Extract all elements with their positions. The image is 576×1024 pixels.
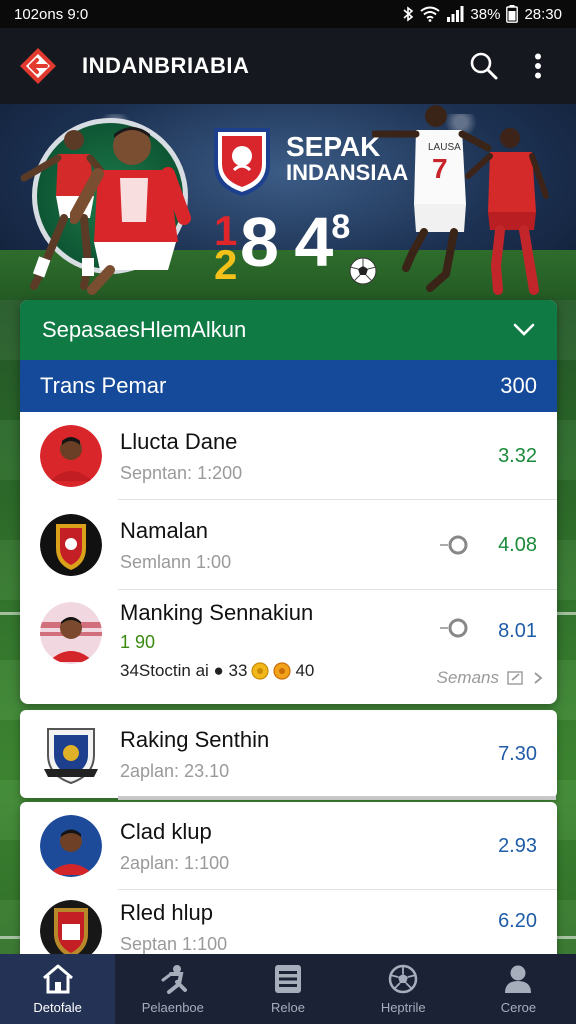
ranking-card[interactable]: Raking Senthin 2aplan: 23.10 7.30 bbox=[20, 710, 557, 798]
bottom-navigation: Detofale Pelaenboe Reloe Heptrile Ceroe bbox=[0, 954, 576, 1024]
hero-score: 8 48 bbox=[240, 202, 350, 282]
nav-item-match[interactable]: Heptrile bbox=[346, 954, 461, 1024]
nav-label: Pelaenboe bbox=[141, 999, 204, 1015]
nav-label: Heptrile bbox=[380, 999, 426, 1015]
row-name: Raking Senthin bbox=[120, 726, 270, 752]
row-sub: Septan 1:100 bbox=[120, 934, 228, 954]
hero-score-sup: 8 bbox=[331, 208, 350, 246]
club-crest-avatar bbox=[40, 514, 102, 576]
avatar bbox=[40, 815, 102, 877]
row-stats: 34Stoctin ai ● 33 40 bbox=[120, 661, 438, 681]
row-name: Llucta Dane bbox=[120, 428, 238, 454]
row-name: Rled hlup bbox=[120, 900, 213, 925]
row-sub: 2aplan: 23.10 bbox=[120, 760, 230, 781]
player-icon bbox=[161, 964, 187, 994]
panel-subheader[interactable]: Trans Pemar 300 bbox=[20, 360, 557, 412]
status-time-left: 102ons 9:0 bbox=[14, 5, 89, 23]
player-figure-center-left bbox=[70, 127, 191, 295]
battery-percent: 38% bbox=[470, 5, 501, 23]
list-icon bbox=[275, 964, 301, 993]
status-icons: 38% 28:30 bbox=[402, 5, 562, 23]
ranking-card[interactable]: Clad klup 2aplan: 1:100 2.93 Rled hlup S… bbox=[20, 802, 557, 962]
row-value: 7.30 bbox=[498, 742, 537, 765]
nav-item-profile[interactable]: Ceroe bbox=[461, 954, 576, 1024]
row-stats-text: 34Stoctin ai ● 33 bbox=[120, 661, 248, 680]
jersey-number: 7 bbox=[432, 153, 448, 184]
panel-header[interactable]: SepasaesHlemAlkun bbox=[20, 300, 557, 360]
row-name: Clad klup bbox=[120, 818, 212, 844]
ranking-panel: SepasaesHlemAlkun Trans Pemar 300 Llucta… bbox=[20, 300, 557, 704]
app-bar: INDANBRIABIA bbox=[0, 28, 576, 104]
nav-label: Ceroe bbox=[500, 999, 537, 1015]
player-figure-far-right bbox=[465, 128, 549, 295]
toggle-icon bbox=[440, 535, 468, 555]
row-value: 2.93 bbox=[498, 834, 537, 857]
signal-icon bbox=[447, 6, 464, 22]
jersey-name: LAUSA bbox=[428, 142, 461, 153]
hero-score-value: 8 4 bbox=[240, 203, 333, 281]
status-bar: 102ons 9:0 38% 28:30 bbox=[0, 0, 576, 28]
more-vertical-icon bbox=[535, 53, 541, 79]
row-value: 4.08 bbox=[498, 533, 537, 556]
coin-icon bbox=[251, 662, 270, 680]
avatar bbox=[40, 425, 102, 487]
football-icon bbox=[349, 257, 377, 285]
subheader-label: Trans Pemar bbox=[40, 373, 167, 398]
panel-header-title: SepasaesHlemAlkun bbox=[42, 317, 247, 342]
row-name: Manking Sennakiun bbox=[120, 600, 314, 625]
club-crest-avatar bbox=[40, 900, 102, 962]
status-time-right: 28:30 bbox=[524, 5, 562, 23]
row-sub: Sepntan: 1:200 bbox=[120, 462, 243, 483]
home-icon bbox=[42, 964, 73, 993]
list-item[interactable]: Llucta Dane Sepntan: 1:200 3.32 bbox=[20, 412, 557, 500]
nav-label: Reloe bbox=[271, 999, 305, 1015]
nav-label: Detofale bbox=[33, 999, 82, 1015]
toggle-switch[interactable] bbox=[438, 618, 470, 638]
club-crest-avatar bbox=[40, 723, 102, 785]
row-value: 8.01 bbox=[498, 620, 537, 642]
app-title: INDANBRIABIA bbox=[82, 53, 250, 78]
row-highlight: 1 90 bbox=[120, 632, 156, 652]
app-logo-icon[interactable] bbox=[18, 46, 58, 86]
battery-icon bbox=[506, 5, 519, 23]
list-item-expanded[interactable]: Manking Sennakiun 1 90 34Stoctin ai ● 33… bbox=[20, 590, 557, 704]
hero-score-small-bottom: 2 bbox=[214, 240, 238, 288]
row-value: 6.20 bbox=[498, 910, 537, 932]
federation-badge-icon bbox=[214, 128, 270, 196]
see-more-link[interactable]: Semans bbox=[437, 668, 543, 688]
row-value: 3.32 bbox=[498, 444, 537, 467]
avatar bbox=[40, 602, 102, 664]
profile-icon bbox=[505, 965, 532, 993]
edit-icon bbox=[507, 671, 523, 685]
nav-item-players[interactable]: Pelaenboe bbox=[115, 954, 230, 1024]
coin-icon bbox=[273, 662, 292, 680]
wifi-icon bbox=[420, 6, 441, 22]
chevron-right-icon bbox=[534, 672, 543, 684]
more-options-button[interactable] bbox=[518, 46, 558, 86]
subheader-value: 300 bbox=[500, 373, 537, 398]
list-item[interactable]: Raking Senthin 2aplan: 23.10 7.30 bbox=[20, 710, 557, 798]
toggle-icon bbox=[440, 618, 468, 638]
list-item[interactable]: Rled hlup Septan 1:100 6.20 bbox=[20, 890, 557, 962]
row-sub: 2aplan: 1:100 bbox=[120, 852, 230, 873]
nav-item-home[interactable]: Detofale bbox=[0, 954, 116, 1024]
toggle-switch[interactable] bbox=[438, 535, 470, 555]
row-stats-coins: 40 bbox=[295, 661, 315, 680]
ball-icon bbox=[388, 964, 418, 993]
see-more-label: Semans bbox=[436, 668, 499, 687]
chevron-down-icon[interactable] bbox=[513, 323, 535, 337]
list-item[interactable]: Namalan Semlann 1:00 4.08 bbox=[20, 500, 557, 590]
bluetooth-icon bbox=[403, 6, 414, 22]
search-button[interactable] bbox=[464, 46, 504, 86]
nav-item-list[interactable]: Reloe bbox=[230, 954, 345, 1024]
row-name: Namalan bbox=[120, 517, 209, 543]
search-icon bbox=[470, 52, 498, 80]
hero-score-small: 1 2 bbox=[214, 210, 238, 288]
row-sub: Semlann 1:00 bbox=[120, 551, 232, 572]
card-shadow-bar bbox=[118, 796, 556, 800]
hero-banner[interactable]: SEPAK INDANSIAA LAUSA 7 1 2 8 48 bbox=[0, 104, 576, 300]
list-item[interactable]: Clad klup 2aplan: 1:100 2.93 bbox=[20, 802, 557, 890]
